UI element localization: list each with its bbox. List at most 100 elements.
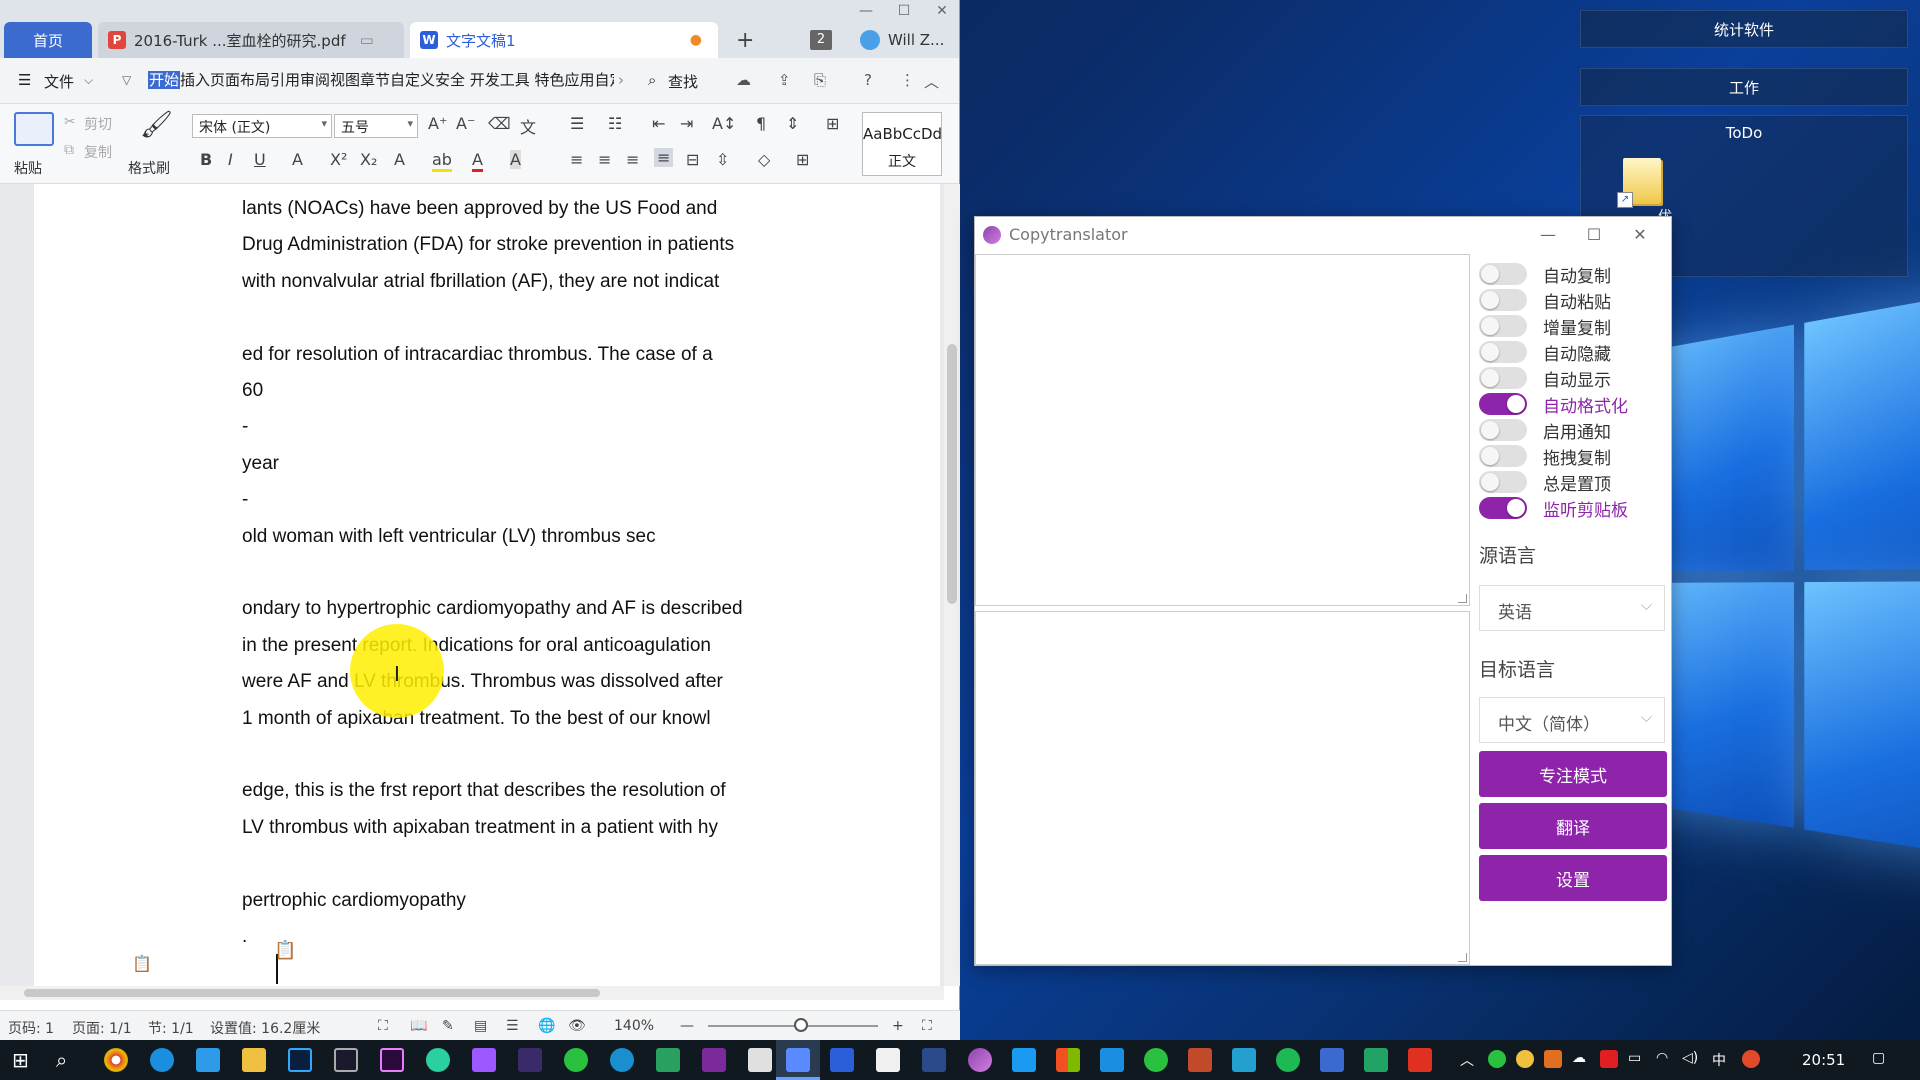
- justify-icon[interactable]: ≡: [654, 148, 674, 167]
- status-setting[interactable]: 设置值: 16.2厘米: [210, 1018, 320, 1038]
- toggle-row[interactable]: 拖拽复制: [1479, 443, 1611, 469]
- font-family-select[interactable]: 宋体 (正文): [192, 114, 332, 138]
- horizontal-scroll-thumb[interactable]: [24, 989, 600, 997]
- document-line[interactable]: 1 month of apixaban treatment. To the be…: [242, 708, 711, 730]
- photoshop-icon[interactable]: [288, 1048, 312, 1072]
- sogou-ime-icon[interactable]: [1742, 1050, 1760, 1068]
- fit-page-icon[interactable]: ⛶: [922, 1018, 932, 1034]
- scissors-icon[interactable]: ✂: [64, 114, 76, 130]
- tab-document[interactable]: W 文字文稿1 ●: [410, 22, 718, 58]
- word-icon[interactable]: [830, 1048, 854, 1072]
- tray-icon-2[interactable]: [1516, 1050, 1534, 1068]
- app-icon-9[interactable]: [922, 1048, 946, 1072]
- superscript-icon[interactable]: X²: [330, 150, 347, 169]
- edit-mode-icon[interactable]: ✎: [442, 1018, 454, 1034]
- numbered-list-icon[interactable]: ☷: [608, 114, 622, 133]
- toggle-row[interactable]: 启用通知: [1479, 417, 1611, 443]
- align-center-icon[interactable]: ≡: [598, 150, 611, 169]
- eye-protect-icon[interactable]: 👁: [568, 1018, 586, 1034]
- lightroom-icon[interactable]: [334, 1048, 358, 1072]
- border-icon[interactable]: ⊞: [826, 114, 839, 133]
- file-explorer-icon[interactable]: [242, 1048, 266, 1072]
- toggle-switch[interactable]: [1479, 367, 1527, 389]
- onenote-icon[interactable]: [702, 1048, 726, 1072]
- decrease-indent-icon[interactable]: ⇤: [652, 114, 665, 133]
- help-icon[interactable]: ?: [864, 71, 872, 89]
- app-icon-18[interactable]: [1408, 1048, 1432, 1072]
- paste-options-icon[interactable]: 📋: [132, 954, 152, 973]
- toggle-row[interactable]: 增量复制: [1479, 313, 1611, 339]
- increase-indent-icon[interactable]: ⇥: [680, 114, 693, 133]
- user-account[interactable]: Will Z...: [860, 30, 944, 50]
- font-color-icon[interactable]: A: [472, 150, 483, 172]
- share-icon[interactable]: ⇪: [778, 71, 791, 89]
- zoom-slider[interactable]: [708, 1025, 878, 1027]
- italic-icon[interactable]: I: [228, 150, 233, 169]
- highlight-icon[interactable]: ab: [432, 150, 452, 172]
- document-line[interactable]: with nonvalvular atrial fbrillation (AF)…: [242, 271, 719, 293]
- app-icon[interactable]: [196, 1048, 220, 1072]
- find-button[interactable]: 查找: [668, 71, 698, 92]
- minimize-icon[interactable]: —: [846, 0, 886, 22]
- document-line[interactable]: old woman with left ventricular (LV) thr…: [242, 526, 656, 548]
- document-line[interactable]: lants (NOACs) have been approved by the …: [242, 198, 717, 220]
- toggle-switch[interactable]: [1479, 289, 1527, 311]
- strikethrough-icon[interactable]: A: [292, 150, 303, 169]
- line-spacing-icon[interactable]: ⇕: [786, 114, 799, 133]
- onedrive-icon[interactable]: ☁: [1572, 1050, 1586, 1066]
- outline-view-icon[interactable]: ☰: [506, 1018, 519, 1034]
- document-line[interactable]: -: [242, 489, 248, 511]
- paragraph-spacing-icon[interactable]: ⇳: [716, 150, 729, 169]
- show-marks-icon[interactable]: ¶: [756, 114, 766, 133]
- toggle-switch[interactable]: [1479, 341, 1527, 363]
- status-section[interactable]: 节: 1/1: [148, 1018, 194, 1038]
- target-language-select[interactable]: 中文（简体）: [1479, 697, 1665, 743]
- fullscreen-icon[interactable]: ⛶: [378, 1018, 388, 1034]
- text-effect-icon[interactable]: A: [394, 150, 405, 169]
- zoom-out-icon[interactable]: —: [680, 1018, 694, 1034]
- app-icon-3[interactable]: [472, 1048, 496, 1072]
- desktop-button-work[interactable]: 工作: [1580, 68, 1908, 106]
- paste-button[interactable]: 粘贴: [14, 158, 42, 178]
- ct-minimize-icon[interactable]: —: [1525, 221, 1571, 249]
- app-icon-15[interactable]: [1276, 1048, 1300, 1072]
- toggle-switch[interactable]: [1479, 497, 1527, 519]
- vertical-scrollbar[interactable]: [944, 184, 960, 986]
- tab-home[interactable]: 首页: [4, 22, 92, 58]
- tray-icon-1[interactable]: [1488, 1050, 1506, 1068]
- hamburger-icon[interactable]: ☰: [18, 71, 31, 89]
- toggle-row[interactable]: 自动复制: [1479, 261, 1611, 287]
- source-text-area[interactable]: [975, 254, 1470, 606]
- table-border-icon[interactable]: ⊞: [796, 150, 809, 169]
- translate-button[interactable]: 翻译: [1479, 803, 1667, 849]
- app-icon-4[interactable]: [518, 1048, 542, 1072]
- tray-expand-icon[interactable]: ︿: [1460, 1050, 1474, 1070]
- collapse-ribbon-icon[interactable]: ︿: [924, 71, 939, 92]
- toggle-row[interactable]: 自动隐藏: [1479, 339, 1611, 365]
- app-icon-16[interactable]: [1320, 1048, 1344, 1072]
- toggle-switch[interactable]: [1479, 315, 1527, 337]
- menu-file[interactable]: 文件: [44, 71, 74, 92]
- notification-icon[interactable]: ▢: [1872, 1050, 1885, 1066]
- wechat-icon[interactable]: [564, 1048, 588, 1072]
- eraser-icon[interactable]: ⌫: [488, 114, 511, 133]
- shading-icon[interactable]: ◇: [758, 150, 770, 169]
- toggle-row[interactable]: 监听剪贴板: [1479, 495, 1628, 521]
- tray-icon-3[interactable]: [1544, 1050, 1562, 1068]
- app-icon-11[interactable]: [1056, 1048, 1080, 1072]
- premiere-icon[interactable]: [380, 1048, 404, 1072]
- app-icon-12[interactable]: [1100, 1048, 1124, 1072]
- document-line[interactable]: Drug Administration (FDA) for stroke pre…: [242, 234, 734, 256]
- document-line[interactable]: in the present report. Indications for o…: [242, 635, 711, 657]
- app-icon-8[interactable]: [876, 1048, 900, 1072]
- align-right-icon[interactable]: ≡: [626, 150, 639, 169]
- app-icon-5[interactable]: [610, 1048, 634, 1072]
- format-painter-icon[interactable]: 🖌: [140, 110, 173, 140]
- document-line[interactable]: ondary to hypertrophic cardiomyopathy an…: [242, 598, 743, 620]
- desktop-button-stats[interactable]: 统计软件: [1580, 10, 1908, 48]
- clipboard-icon[interactable]: 📋: [274, 940, 296, 961]
- close-icon[interactable]: ✕: [922, 0, 962, 22]
- document-line[interactable]: edge, this is the frst report that descr…: [242, 780, 726, 802]
- font-size-select[interactable]: 五号: [334, 114, 418, 138]
- source-language-select[interactable]: 英语: [1479, 585, 1665, 631]
